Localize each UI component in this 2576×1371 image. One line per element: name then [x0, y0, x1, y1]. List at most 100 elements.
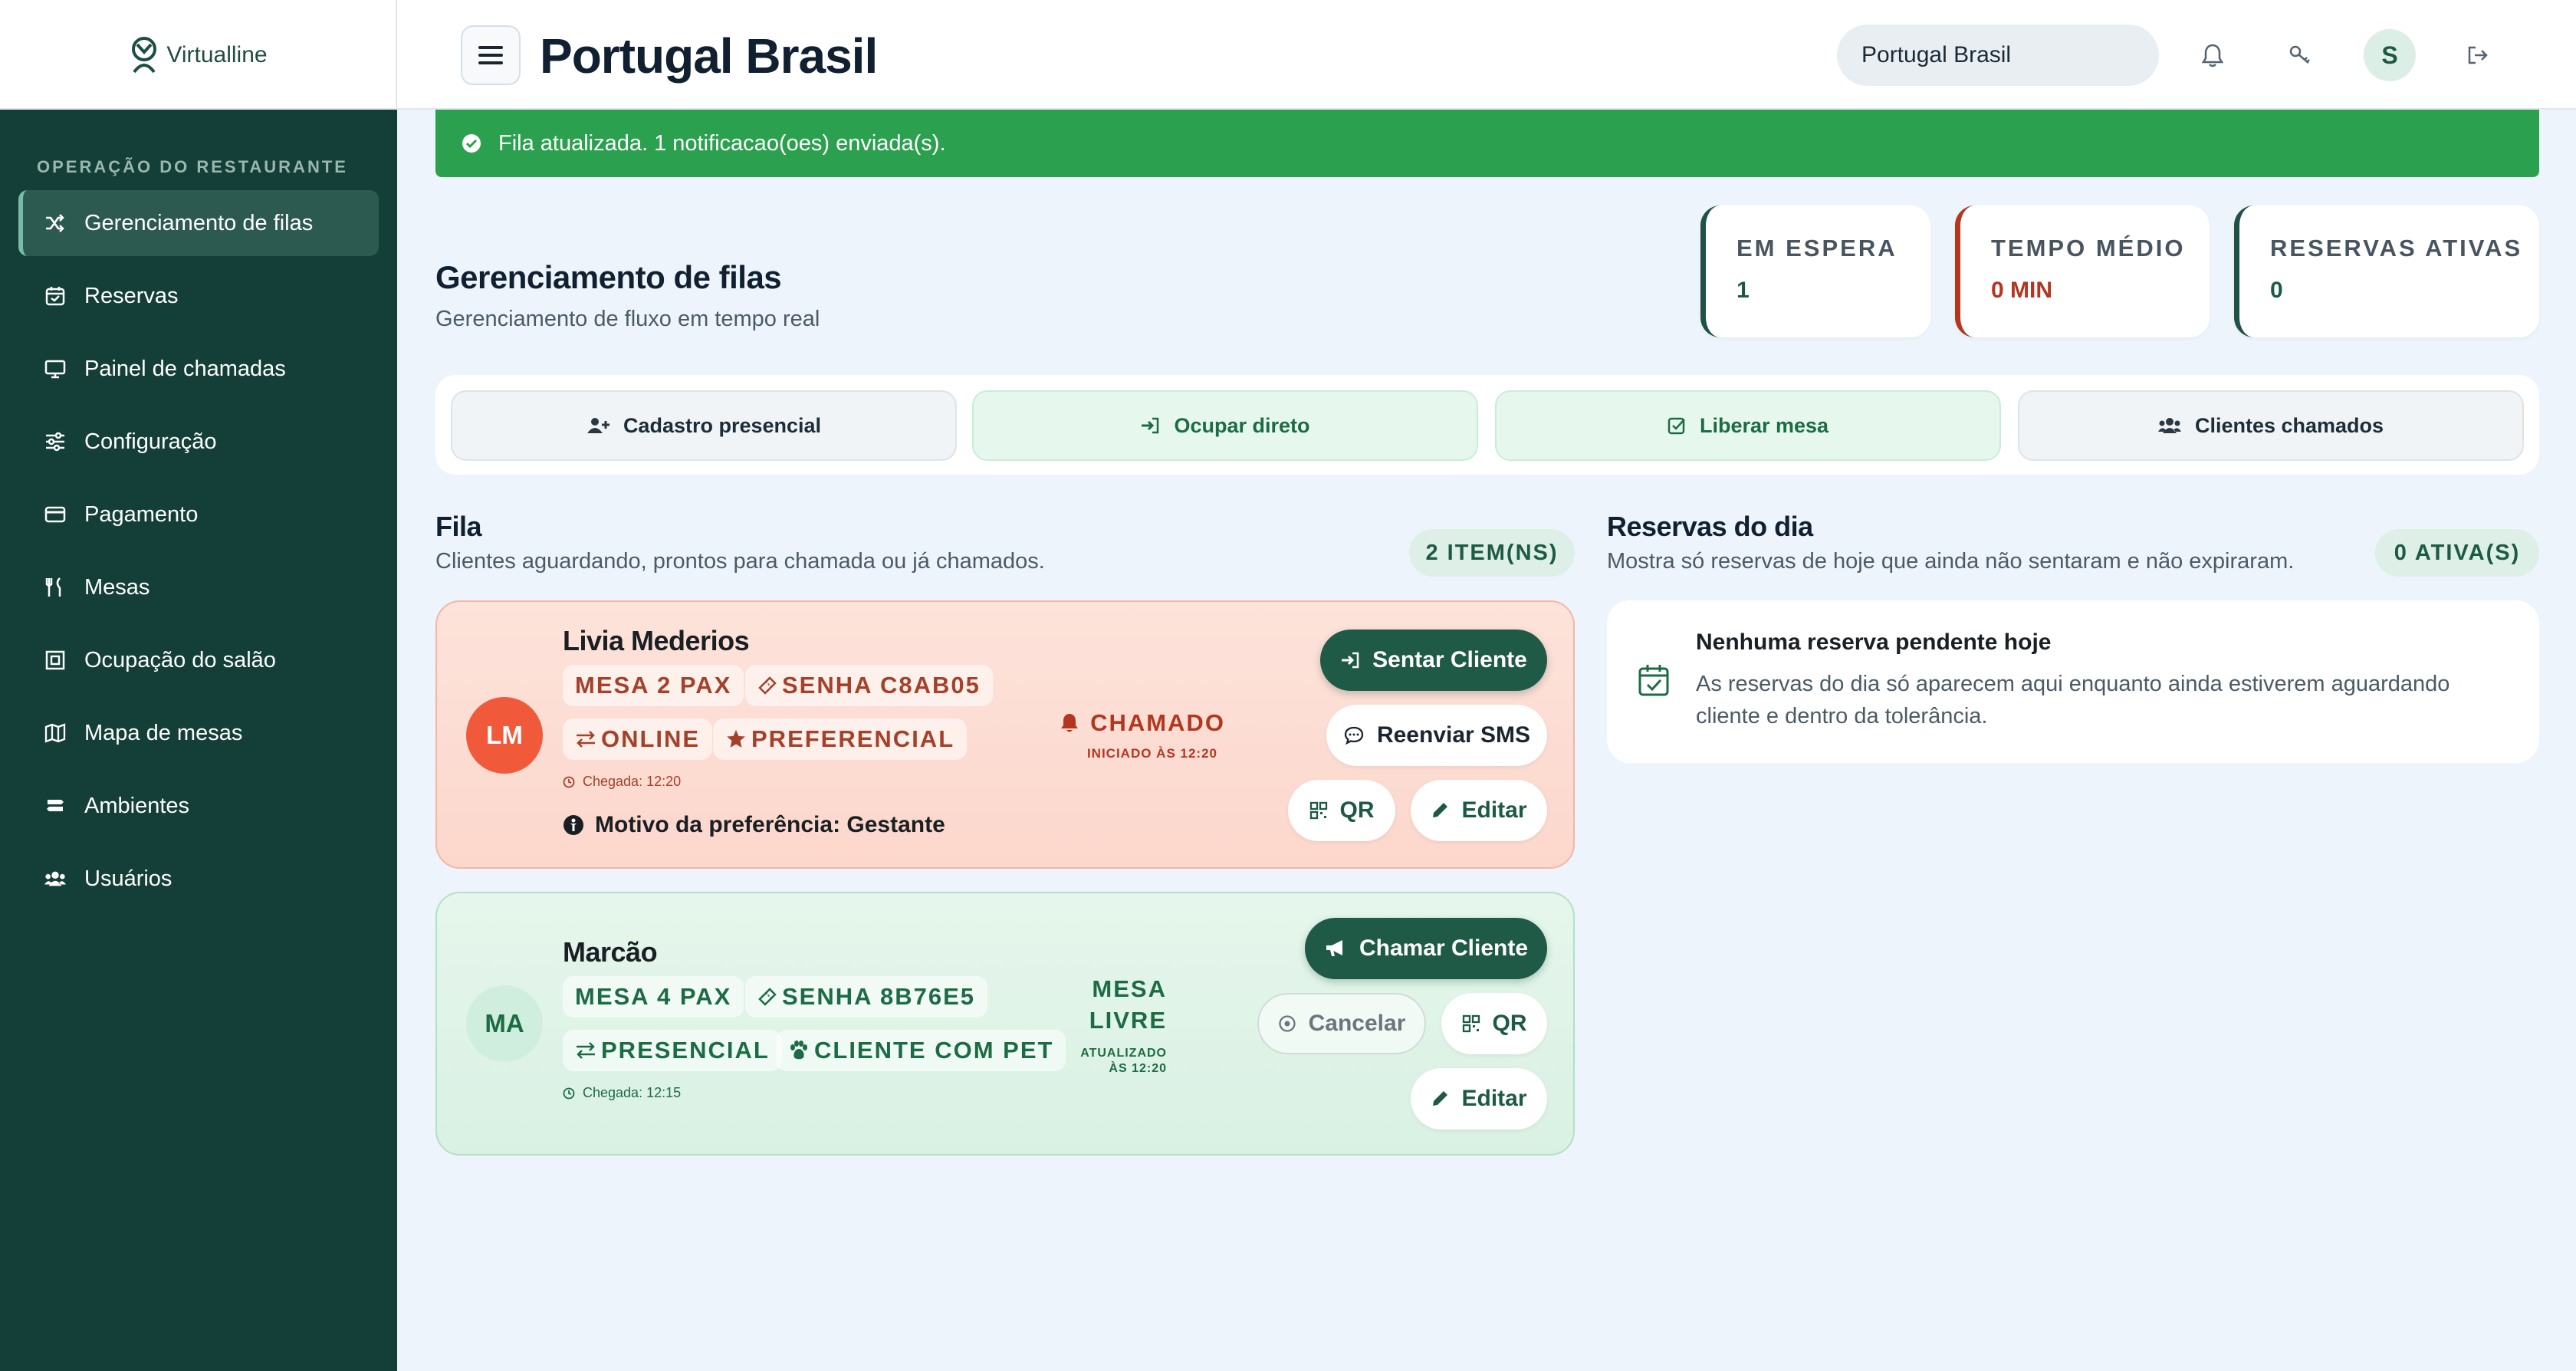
chamar-cliente-button[interactable]: Chamar Cliente	[1305, 918, 1547, 979]
sidebar-item-label: Gerenciamento de filas	[84, 210, 314, 235]
signpost-icon	[47, 797, 64, 815]
client-avatar: MA	[466, 985, 543, 1062]
button-label: Cancelar	[1308, 1011, 1406, 1036]
check-circle-icon	[462, 134, 481, 153]
brand-name: Virtualline	[166, 41, 268, 67]
sidebar-item-label: Configuração	[84, 429, 217, 454]
sidebar-item-ambientes[interactable]: Ambientes	[18, 773, 379, 839]
user-plus-icon	[586, 418, 610, 433]
section-subtitle: Gerenciamento de fluxo em tempo real	[435, 307, 820, 331]
button-label: Sentar Cliente	[1372, 647, 1527, 672]
user-avatar[interactable]: S	[2364, 29, 2416, 81]
info-person-icon	[564, 815, 583, 835]
arrival-time: Chegada: 12:20	[563, 774, 681, 790]
sidebar-item-painel[interactable]: Painel de chamadas	[18, 336, 379, 402]
button-label: Reenviar SMS	[1376, 722, 1531, 748]
logout-button[interactable]	[2456, 34, 2499, 77]
qr-code-icon	[1309, 801, 1327, 820]
calendar-check-icon	[1638, 665, 1669, 696]
change-password-button[interactable]	[2279, 34, 2321, 77]
stat-value: 0	[2270, 278, 2283, 303]
button-label: Chamar Cliente	[1359, 935, 1529, 961]
button-label: Clientes chamados	[2194, 413, 2384, 437]
reservations-empty-state: Nenhuma reserva pendente hoje As reserva…	[1607, 600, 2539, 763]
monitor-icon	[44, 360, 66, 379]
sidebar-item-mapa[interactable]: Mapa de mesas	[18, 700, 379, 766]
sidebar-item-reservas[interactable]: Reservas	[18, 263, 379, 329]
chat-bubble-icon	[1344, 726, 1364, 745]
queue-count-badge: 2 ITEM(NS)	[1409, 529, 1575, 577]
button-label: QR	[1492, 1011, 1527, 1036]
bell-icon	[1061, 714, 1079, 732]
sidebar-item-ocupacao[interactable]: Ocupação do salão	[18, 627, 379, 693]
reservations-title: Reservas do dia	[1607, 511, 1813, 542]
hamburger-icon	[478, 46, 503, 64]
paw-icon	[790, 1041, 807, 1060]
sidebar-item-label: Mapa de mesas	[84, 720, 243, 745]
ocupar-direto-button[interactable]: Ocupar direto	[972, 390, 1478, 461]
cadastro-presencial-button[interactable]: Cadastro presencial	[451, 390, 957, 461]
exchange-icon	[577, 731, 595, 748]
reenviar-sms-button[interactable]: Reenviar SMS	[1326, 705, 1547, 766]
status-mesa-livre: MESA LIVRE ATUALIZADO ÀS 12:20	[1060, 973, 1167, 1076]
tag-preferencial: PREFERENCIAL	[713, 718, 968, 760]
users-icon	[2157, 418, 2181, 433]
status-chamado: CHAMADO INICIADO ÀS 12:20	[1050, 709, 1234, 761]
empty-text: As reservas do dia só aparecem aqui enqu…	[1696, 672, 2450, 728]
tag-text: MESA 2 PAX	[575, 672, 732, 699]
tag-senha: SENHA 8B76E5	[745, 976, 988, 1018]
tag-text: ONLINE	[601, 725, 701, 752]
arrival-text: Chegada: 12:15	[583, 1085, 682, 1100]
button-label: Cadastro presencial	[623, 413, 822, 437]
sidebar-item-label: Ambientes	[84, 793, 190, 818]
sidebar-item-pagamento[interactable]: Pagamento	[18, 482, 379, 547]
tag-mesa: MESA 2 PAX	[563, 665, 744, 706]
restaurant-selector-input[interactable]	[1837, 25, 2159, 86]
tag-mesa: MESA 4 PAX	[563, 976, 744, 1018]
status-label: CHAMADO	[1090, 709, 1225, 736]
success-alert: Fila atualizada. 1 notificacao(oes) envi…	[435, 110, 2539, 177]
credit-card-icon	[44, 506, 66, 523]
alert-message: Fila atualizada. 1 notificacao(oes) envi…	[498, 130, 946, 156]
liberar-mesa-button[interactable]: Liberar mesa	[1495, 390, 2001, 461]
sidebar-item-configuracao[interactable]: Configuração	[18, 409, 379, 475]
page-title: Portugal Brasil	[540, 28, 878, 84]
qr-button[interactable]: QR	[1288, 780, 1395, 841]
sidebar-item-filas[interactable]: Gerenciamento de filas	[18, 190, 379, 256]
sidebar-item-mesas[interactable]: Mesas	[18, 554, 379, 620]
empty-title: Nenhuma reserva pendente hoje	[1696, 630, 2052, 655]
editar-button[interactable]: Editar	[1411, 780, 1547, 841]
key-icon	[2289, 45, 2310, 64]
sidebar: OPERAÇÃO DO RESTAURANTE Gerenciamento de…	[0, 110, 397, 1371]
menu-toggle-button[interactable]	[461, 25, 521, 85]
clientes-chamados-button[interactable]: Clientes chamados	[2018, 390, 2524, 461]
editar-button[interactable]: Editar	[1411, 1068, 1547, 1129]
sidebar-item-usuarios[interactable]: Usuários	[18, 846, 379, 912]
tag-origin: ONLINE	[563, 718, 713, 760]
tag-text: SENHA 8B76E5	[782, 983, 976, 1010]
pencil-icon	[1433, 803, 1448, 817]
queue-subtitle: Clientes aguardando, prontos para chamad…	[435, 549, 1045, 574]
sentar-cliente-button[interactable]: Sentar Cliente	[1320, 630, 1547, 691]
logo[interactable]: Virtualline	[0, 0, 397, 110]
tag-text: PREFERENCIAL	[751, 725, 955, 752]
queue-card: MA Marcão MESA 4 PAX SENHA 8B76E5 PRESEN…	[435, 892, 1575, 1156]
status-line-1: MESA	[1092, 975, 1167, 1002]
megaphone-icon	[1326, 940, 1342, 956]
button-label: QR	[1339, 797, 1375, 823]
reservations-subtitle: Mostra só reservas de hoje que ainda não…	[1607, 549, 2295, 574]
stat-em-espera: EM ESPERA 1	[1700, 205, 1930, 337]
floor-icon	[45, 650, 65, 670]
sidebar-item-label: Pagamento	[84, 501, 199, 527]
calendar-icon	[45, 287, 65, 306]
sidebar-item-label: Usuários	[84, 866, 172, 891]
stat-value: 1	[1737, 278, 1750, 303]
cancelar-button[interactable]: Cancelar	[1257, 993, 1426, 1054]
tag-senha: SENHA C8AB05	[745, 665, 993, 706]
sidebar-item-label: Reservas	[84, 283, 179, 308]
qr-button[interactable]: QR	[1441, 993, 1547, 1054]
sidebar-item-label: Ocupação do salão	[84, 647, 276, 672]
notifications-button[interactable]	[2191, 34, 2234, 77]
stat-tempo-medio: TEMPO MÉDIO 0 MIN	[1955, 205, 2210, 337]
tag-origin: PRESENCIAL	[563, 1030, 782, 1071]
